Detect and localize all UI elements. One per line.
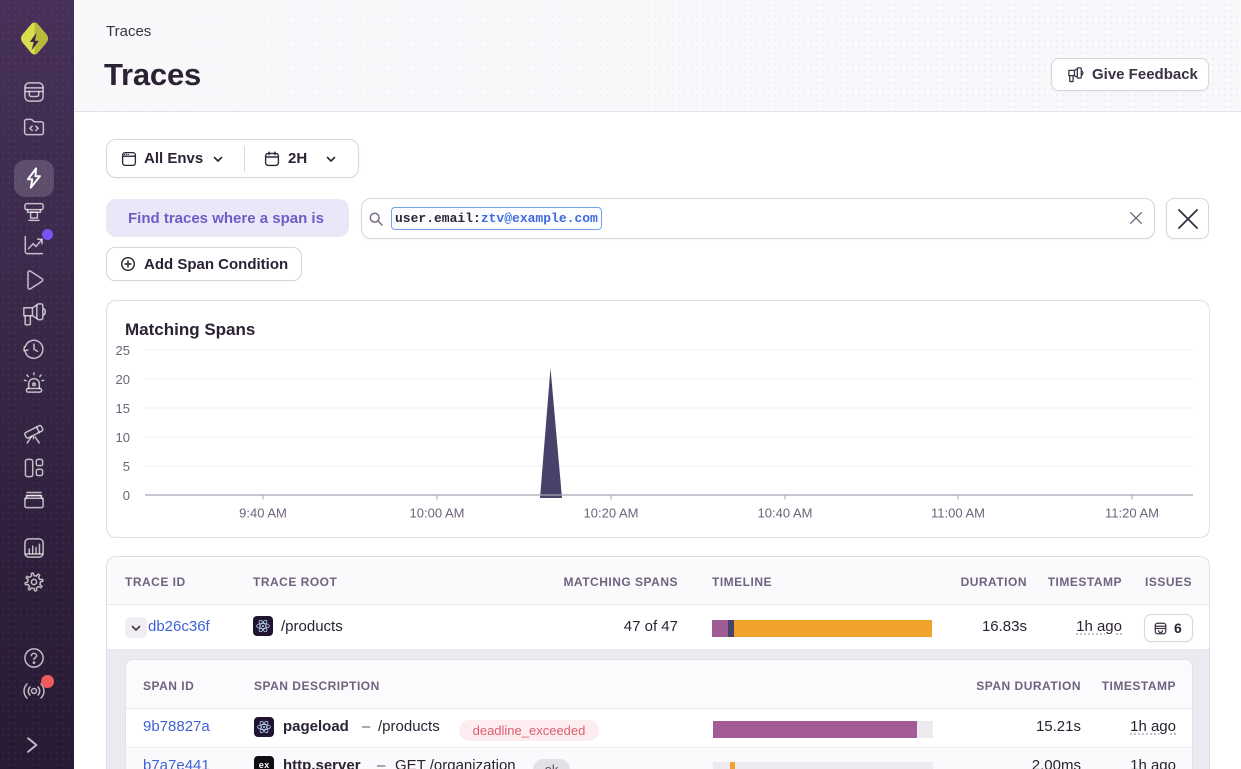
svg-text:10:20 AM: 10:20 AM — [584, 506, 639, 521]
svg-text:5: 5 — [123, 459, 130, 474]
svg-text:25: 25 — [116, 343, 130, 358]
svg-text:10: 10 — [116, 430, 130, 445]
svg-text:11:20 AM: 11:20 AM — [1105, 506, 1159, 521]
svg-text:9:40 AM: 9:40 AM — [239, 506, 287, 521]
svg-text:11:00 AM: 11:00 AM — [931, 506, 985, 521]
svg-text:10:00 AM: 10:00 AM — [410, 506, 465, 521]
svg-text:10:40 AM: 10:40 AM — [758, 506, 813, 521]
svg-text:0: 0 — [123, 488, 130, 503]
svg-text:20: 20 — [116, 372, 130, 387]
svg-text:15: 15 — [116, 401, 130, 416]
